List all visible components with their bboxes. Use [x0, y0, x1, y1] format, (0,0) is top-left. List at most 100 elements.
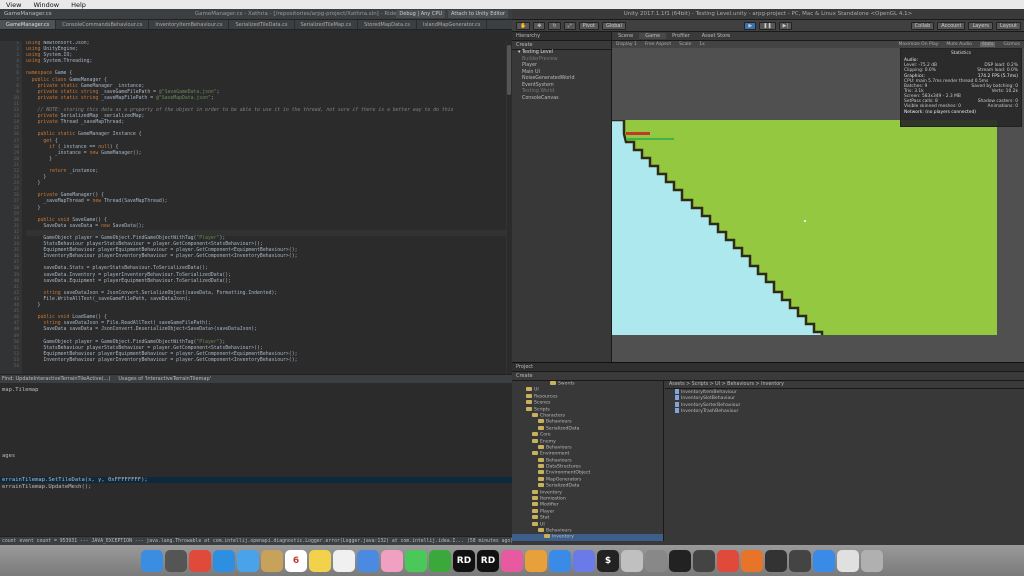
file-item[interactable]: InventoryTrashBehaviour — [665, 408, 1024, 414]
reminders-icon[interactable] — [333, 549, 355, 572]
project-panel: Project Create Swords UI Resources Scenes Sc… — [512, 362, 1024, 545]
downloads-icon[interactable] — [837, 549, 859, 572]
sublime-icon[interactable] — [789, 549, 811, 572]
appstore-icon[interactable] — [549, 549, 571, 572]
firefox-icon[interactable] — [741, 549, 763, 572]
mail-icon[interactable] — [237, 549, 259, 572]
game-controls: Display 1 Free Aspect Scale 1x Maximize … — [612, 41, 1024, 48]
safari-icon[interactable] — [213, 549, 235, 572]
usage-row[interactable]: errainTilemap.UpdateMesh(); — [2, 484, 91, 490]
appstore2-icon[interactable] — [813, 549, 835, 572]
play-button[interactable]: ▶ — [744, 21, 757, 30]
tab-gamemanager[interactable]: GameManager.cs — [0, 20, 57, 29]
run-config-select[interactable]: Debug | Any CPU — [396, 10, 446, 18]
tab-inventoryitem[interactable]: InventoryItemBehaviour.cs — [149, 20, 230, 29]
preview-icon[interactable] — [621, 549, 643, 572]
csharp-file-icon — [675, 389, 679, 394]
tab-serializedtilemap[interactable]: SerializedTileMap.cs — [295, 20, 359, 29]
pivot-toggle[interactable]: Pivot — [578, 21, 599, 30]
project-folder-tree: Swords UI Resources Scenes Scripts Characters… — [512, 381, 664, 541]
folder-icon — [538, 425, 544, 430]
aspect-select[interactable]: Free Aspect — [645, 42, 671, 47]
folder-item[interactable]: Inventory — [512, 534, 663, 541]
folder-icon — [532, 502, 538, 507]
attach-unity-button[interactable]: Attach to Unity Editor — [448, 10, 508, 18]
tab-scene[interactable]: Scene — [612, 33, 639, 39]
chrome-icon[interactable] — [189, 549, 211, 572]
rider-eap-icon[interactable]: RD — [477, 549, 499, 572]
tab-storedmapdata[interactable]: StoredMapData.cs — [358, 20, 417, 29]
launchpad-icon[interactable] — [165, 549, 187, 572]
rider-icon[interactable]: RD — [453, 549, 475, 572]
collab-button[interactable]: Collab — [910, 21, 935, 30]
menu-help[interactable]: Help — [65, 1, 92, 9]
layers-dropdown[interactable]: Layers — [968, 21, 993, 30]
calendar-icon[interactable]: 6 — [285, 549, 307, 572]
player-sprite — [804, 220, 806, 222]
tab-serializedtiledata[interactable]: SerializedTileData.cs — [229, 20, 295, 29]
activity-icon[interactable] — [765, 549, 787, 572]
books-icon[interactable] — [525, 549, 547, 572]
discord-icon[interactable] — [573, 549, 595, 572]
gizmos-dropdown[interactable]: Gizmos — [1003, 42, 1020, 47]
tab-profiler[interactable]: Profiler — [666, 33, 696, 39]
project-breadcrumb[interactable]: Assets > Scripts > UI > Behaviours > Inv… — [665, 381, 1024, 389]
stream-load: Stream load: 0.0% — [977, 68, 1018, 73]
hierarchy-item[interactable]: ConsoleCanvas — [512, 96, 611, 103]
mute-audio-toggle[interactable]: Mute Audio — [946, 42, 972, 47]
display-select[interactable]: Display 1 — [616, 42, 637, 47]
find-usages-target[interactable]: Find: UpdateInteractiveTerrainTileActive… — [2, 376, 110, 382]
tab-islandmapgenerator[interactable]: IslandMapGenerator.cs — [417, 20, 488, 29]
trash-icon[interactable] — [861, 549, 883, 572]
code-editor[interactable]: 1 2 3 4 5 6 7 8 9 10 11 12 13 14 15 16 17 18 19 20 21 22 23 24 2… — [0, 41, 512, 374]
usages-header[interactable]: map.Tilemap — [2, 387, 38, 393]
hierarchy-create-button[interactable]: Create — [512, 41, 611, 50]
code-area[interactable]: using Newtonsoft.Json; using UnityEngine;… — [26, 41, 506, 370]
scale-value[interactable]: 1x — [699, 42, 705, 47]
tab-asset-store[interactable]: Asset Store — [696, 33, 736, 39]
layout-dropdown[interactable]: Layout — [996, 21, 1021, 30]
notes-icon[interactable] — [261, 549, 283, 572]
settings-icon[interactable] — [645, 549, 667, 572]
finder-icon[interactable] — [141, 549, 163, 572]
project-tab[interactable]: Project — [512, 363, 1024, 372]
hierarchy-tab[interactable]: Hierarchy — [512, 32, 611, 41]
global-toggle[interactable]: Global — [601, 21, 626, 30]
unity-hub-icon[interactable] — [693, 549, 715, 572]
messages-icon[interactable] — [405, 549, 427, 572]
folder-icon — [544, 534, 550, 539]
unity-titlebar: Unity 2017.1.1f1 (64bit) - Testing Level… — [512, 9, 1024, 20]
audio-clipping: Clipping: 0.0% — [904, 68, 936, 73]
scale-tool-button[interactable]: ⤢ — [563, 21, 576, 30]
animations-readout: Animations: 0 — [987, 104, 1018, 109]
move-tool-button[interactable]: ✥ — [533, 21, 546, 30]
folder-icon — [526, 406, 532, 411]
rotate-tool-button[interactable]: ↻ — [548, 21, 561, 30]
stats-toggle[interactable]: Stats — [979, 42, 996, 47]
menu-view[interactable]: View — [0, 1, 27, 9]
photos-icon[interactable] — [381, 549, 403, 572]
code-line[interactable] — [26, 364, 506, 370]
step-button[interactable]: ▶| — [778, 21, 793, 30]
project-create-button[interactable]: Create — [512, 372, 1024, 381]
tab-consolecommands[interactable]: ConsoleCommandsBehaviour.cs — [56, 20, 150, 29]
facetime-icon[interactable] — [429, 549, 451, 572]
statistics-overlay: Statistics Audio: Level: -75.2 dB DSP loa… — [900, 48, 1022, 127]
keynote-icon[interactable] — [357, 549, 379, 572]
account-button[interactable]: Account — [937, 21, 966, 30]
terminal-icon[interactable]: $ — [597, 549, 619, 572]
unity-icon[interactable] — [669, 549, 691, 572]
menu-window[interactable]: Window — [27, 1, 65, 9]
tab-game[interactable]: Game — [639, 33, 667, 39]
pause-button[interactable]: ❚❚ — [759, 21, 776, 30]
usages-group[interactable]: ages — [2, 453, 15, 459]
itunes-icon[interactable] — [501, 549, 523, 572]
maximize-on-play-toggle[interactable]: Maximize On Play — [898, 42, 938, 47]
chrome2-icon[interactable] — [717, 549, 739, 572]
stickies-icon[interactable] — [309, 549, 331, 572]
rider-window: GameManager.cs GameManager.cs - Xathria … — [0, 9, 512, 545]
hand-tool-button[interactable]: ✋ — [516, 21, 531, 30]
folder-icon — [532, 412, 538, 417]
statistics-title: Statistics — [950, 51, 972, 56]
usage-row-selected[interactable]: errainTilemap.SetTileData(x, y, 0xFFFFFF… — [0, 477, 512, 483]
